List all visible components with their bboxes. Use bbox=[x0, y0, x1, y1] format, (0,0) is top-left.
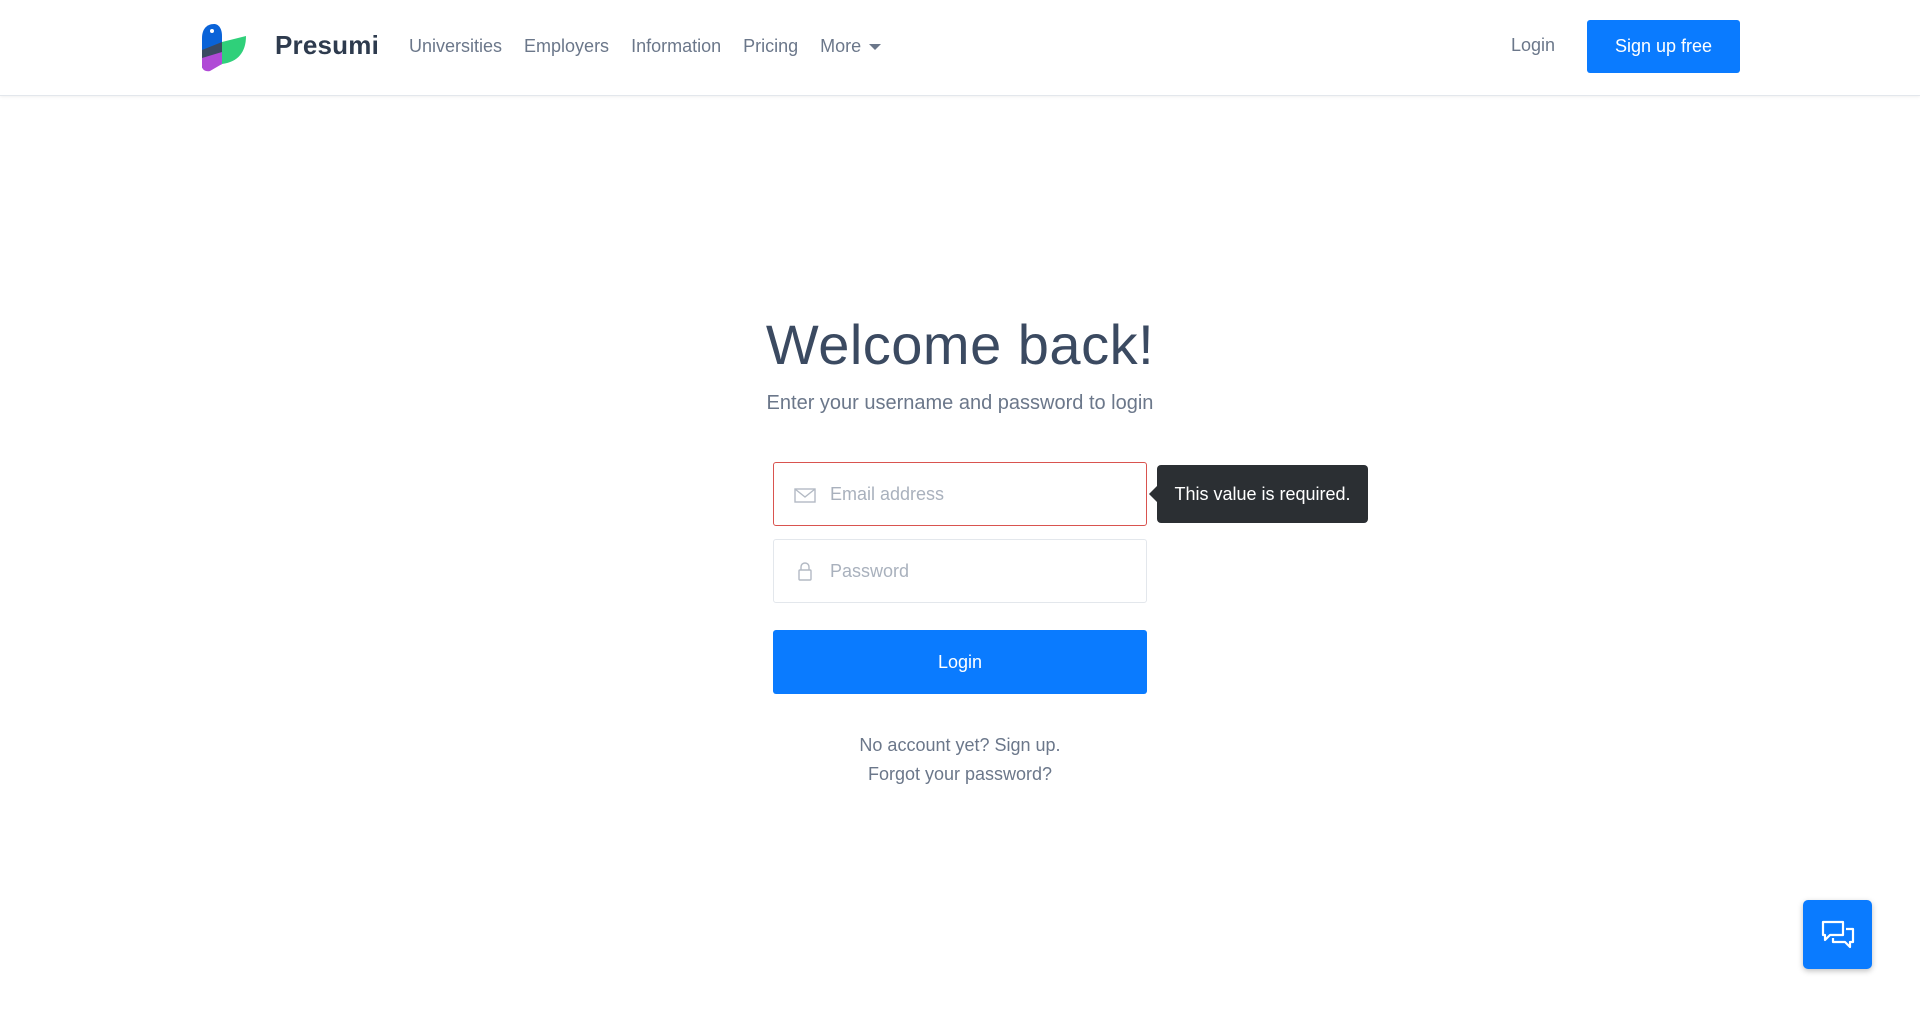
nav-more-label: More bbox=[820, 36, 862, 56]
signup-link[interactable]: No account yet? Sign up. bbox=[0, 735, 1920, 756]
email-error-tooltip: This value is required. bbox=[1149, 465, 1368, 523]
envelope-icon bbox=[794, 488, 816, 503]
nav-more[interactable]: More bbox=[820, 36, 882, 57]
lock-icon bbox=[798, 562, 812, 581]
chat-button[interactable] bbox=[1803, 900, 1872, 969]
presumi-logo-icon[interactable] bbox=[200, 22, 248, 72]
email-field bbox=[773, 462, 1147, 526]
main-nav: Universities Employers Information Prici… bbox=[409, 36, 903, 57]
top-navbar: Presumi Universities Employers Informati… bbox=[0, 0, 1920, 96]
forgot-password-link[interactable]: Forgot your password? bbox=[0, 764, 1920, 785]
nav-universities[interactable]: Universities bbox=[409, 36, 502, 57]
login-button[interactable]: Login bbox=[773, 630, 1147, 694]
nav-employers[interactable]: Employers bbox=[524, 36, 609, 57]
brand-name[interactable]: Presumi bbox=[275, 30, 379, 61]
signup-button[interactable]: Sign up free bbox=[1587, 20, 1740, 73]
chevron-down-icon bbox=[869, 43, 882, 50]
page-title: Welcome back! bbox=[765, 313, 1155, 376]
header-login-link[interactable]: Login bbox=[1511, 35, 1555, 56]
password-input[interactable] bbox=[830, 540, 1130, 602]
nav-pricing[interactable]: Pricing bbox=[743, 36, 798, 57]
email-input[interactable] bbox=[830, 463, 1130, 525]
chat-icon bbox=[1821, 920, 1854, 948]
password-field bbox=[773, 539, 1147, 603]
page-subtitle: Enter your username and password to logi… bbox=[766, 392, 1154, 414]
nav-information[interactable]: Information bbox=[631, 36, 721, 57]
